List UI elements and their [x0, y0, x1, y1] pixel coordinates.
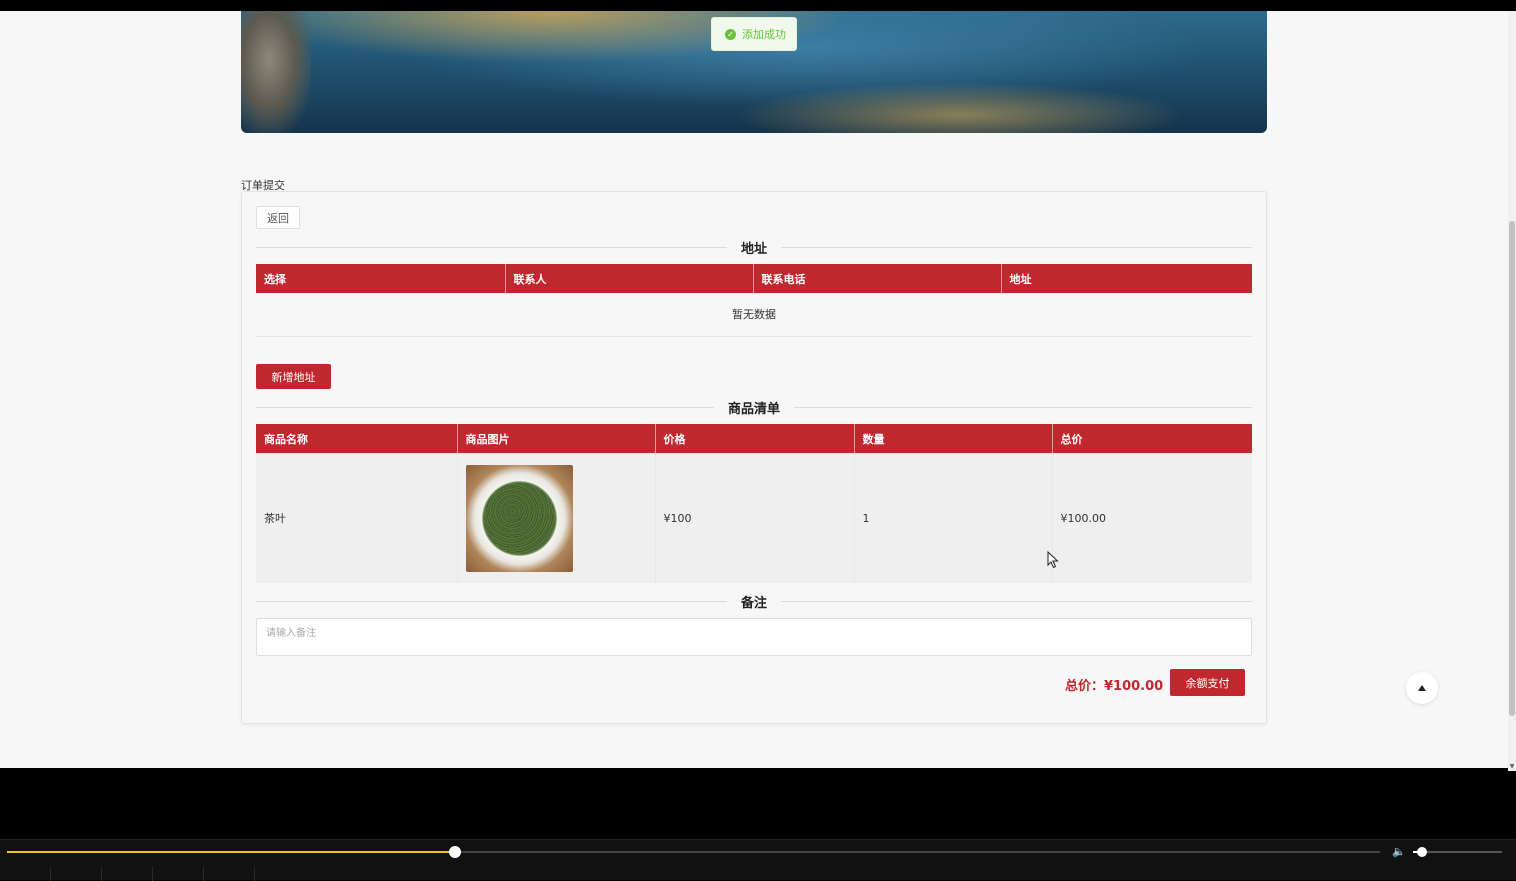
goods-total: ¥100.00 [1052, 453, 1252, 583]
address-table-header: 选择 联系人 联系电话 地址 [256, 264, 1252, 293]
goods-name: 茶叶 [256, 453, 458, 583]
toolbar-slot[interactable] [0, 867, 51, 881]
progress-handle[interactable] [448, 846, 461, 858]
column-header: 总价 [1052, 424, 1252, 453]
column-header: 选择 [256, 264, 506, 293]
goods-table: 商品名称 商品图片 价格 数量 总价 茶叶 ¥100 1 ¥100.00 [256, 424, 1252, 583]
goods-table-header: 商品名称 商品图片 价格 数量 总价 [256, 424, 1252, 453]
toolbar-slot[interactable] [204, 867, 255, 881]
balance-pay-button[interactable]: 余额支付 [1170, 669, 1245, 696]
order-card: 返回 地址 选择 联系人 联系电话 地址 暂无数据 新增地址 商品清单 商品名称… [241, 191, 1267, 724]
column-header: 商品图片 [457, 424, 656, 453]
scroll-down-arrow-icon[interactable]: ▼ [1508, 763, 1516, 771]
back-to-top-button[interactable] [1406, 672, 1438, 704]
goods-price: ¥100 [655, 453, 855, 583]
volume-icon[interactable]: 🔈 [1392, 845, 1406, 858]
column-header: 数量 [854, 424, 1053, 453]
volume-handle[interactable] [1416, 847, 1427, 857]
table-row: 暂无数据 [256, 293, 1252, 337]
player-toolbar [0, 867, 1516, 881]
toolbar-slot[interactable] [51, 867, 102, 881]
section-divider-goods: 商品清单 [256, 398, 1252, 417]
order-total: 总价：¥100.00 [1065, 679, 1164, 694]
column-header: 价格 [655, 424, 855, 453]
mouse-cursor-icon [1047, 551, 1059, 569]
progress-fill [7, 851, 455, 853]
section-title-address: 地址 [726, 238, 782, 257]
address-table: 选择 联系人 联系电话 地址 暂无数据 [256, 264, 1252, 337]
section-title-goods: 商品清单 [713, 398, 795, 417]
volume-slider[interactable] [1413, 847, 1502, 857]
toast-message: 添加成功 [742, 28, 786, 41]
page-scrollbar[interactable]: ▼ [1508, 11, 1516, 771]
column-header: 联系人 [505, 264, 754, 293]
empty-data-text: 暂无数据 [256, 293, 1252, 337]
section-title-remark: 备注 [726, 592, 782, 611]
section-divider-remark: 备注 [256, 592, 1252, 611]
table-row: 茶叶 ¥100 1 ¥100.00 [256, 453, 1252, 583]
remark-input[interactable] [256, 618, 1252, 656]
toolbar-slot[interactable] [102, 867, 153, 881]
goods-image-cell [457, 453, 656, 583]
column-header: 商品名称 [256, 424, 458, 453]
progress-bar[interactable] [7, 846, 1380, 858]
column-header: 地址 [1001, 264, 1252, 293]
banner-rock [241, 11, 311, 133]
add-address-button[interactable]: 新增地址 [256, 364, 331, 389]
scrollbar-thumb[interactable] [1509, 221, 1515, 716]
tea-leaves-image [465, 464, 573, 572]
back-button[interactable]: 返回 [256, 206, 300, 229]
section-divider-address: 地址 [256, 238, 1252, 257]
success-toast: ✓ 添加成功 [711, 17, 797, 51]
page-viewport: ✓ 添加成功 订单提交 返回 地址 选择 联系人 联系电话 地址 暂无数据 新增… [0, 11, 1508, 768]
goods-quantity: 1 [854, 453, 1053, 583]
toolbar-slot[interactable] [153, 867, 204, 881]
check-circle-icon: ✓ [725, 28, 736, 40]
column-header: 联系电话 [753, 264, 1002, 293]
arrow-up-icon [1418, 685, 1426, 691]
video-player-controls: 🔈 [0, 839, 1516, 881]
